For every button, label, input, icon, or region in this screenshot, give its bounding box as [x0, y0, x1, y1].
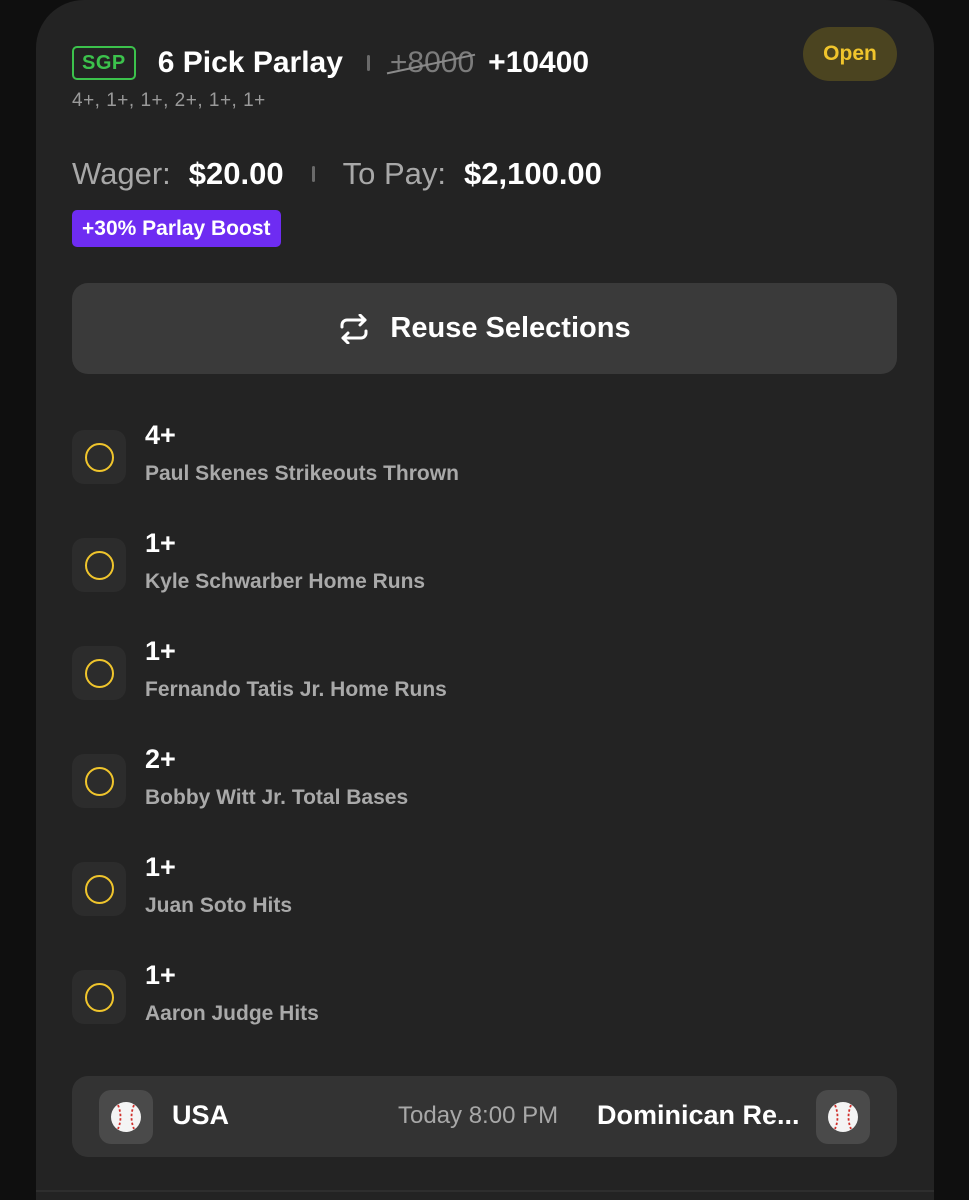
- original-odds: +8000: [389, 46, 475, 79]
- leg-market: Bobby Witt Jr. Total Bases: [145, 786, 409, 809]
- leg-market: Juan Soto Hits: [145, 894, 293, 917]
- leg-line: 1+: [145, 960, 176, 990]
- divider: [36, 1190, 934, 1192]
- home-team-name: USA: [172, 1100, 230, 1130]
- sgp-badge: SGP: [72, 46, 136, 80]
- game-info-bar[interactable]: USA Today 8:00 PM Dominican Re...: [72, 1076, 897, 1157]
- leg-market: Fernando Tatis Jr. Home Runs: [145, 678, 447, 701]
- leg-market: Paul Skenes Strikeouts Thrown: [145, 462, 459, 485]
- leg-market: Aaron Judge Hits: [145, 1002, 319, 1025]
- away-team-name: Dominican Re...: [597, 1100, 800, 1130]
- leg-item[interactable]: 1+ Kyle Schwarber Home Runs: [72, 528, 897, 608]
- leg-item[interactable]: 4+ Paul Skenes Strikeouts Thrown: [72, 420, 897, 500]
- bet-header: SGP 6 Pick Parlay +8000 +10400: [72, 44, 589, 82]
- leg-market: Kyle Schwarber Home Runs: [145, 570, 426, 593]
- pending-circle-icon: [72, 970, 126, 1024]
- leg-line: 1+: [145, 528, 176, 558]
- reuse-selections-label: Reuse Selections: [390, 312, 631, 344]
- status-badge: Open: [803, 27, 897, 81]
- divider: [311, 166, 315, 182]
- leg-item[interactable]: 2+ Bobby Witt Jr. Total Bases: [72, 744, 897, 824]
- baseball-icon: [99, 1090, 153, 1144]
- parlay-boost-badge: +30% Parlay Boost: [72, 210, 281, 247]
- reuse-selections-button[interactable]: Reuse Selections: [72, 283, 897, 374]
- wager-row: Wager: $20.00 To Pay: $2,100.00: [72, 152, 602, 196]
- repeat-icon: [340, 313, 368, 344]
- pending-circle-icon: [72, 430, 126, 484]
- bet-card: SGP 6 Pick Parlay +8000 +10400 Open 4+, …: [36, 0, 934, 1200]
- wager-value: $20.00: [188, 156, 284, 191]
- leg-item[interactable]: 1+ Fernando Tatis Jr. Home Runs: [72, 636, 897, 716]
- leg-item[interactable]: 1+ Aaron Judge Hits: [72, 960, 897, 1040]
- pending-circle-icon: [72, 538, 126, 592]
- parlay-title: 6 Pick Parlay: [157, 46, 343, 79]
- baseball-icon: [816, 1090, 870, 1144]
- boosted-odds: +10400: [488, 46, 590, 79]
- to-pay-value: $2,100.00: [464, 156, 602, 191]
- pending-circle-icon: [72, 862, 126, 916]
- game-time: Today 8:00 PM: [398, 1102, 559, 1129]
- leg-item[interactable]: 1+ Juan Soto Hits: [72, 852, 897, 932]
- leg-line: 1+: [145, 852, 176, 882]
- legs-summary: 4+, 1+, 1+, 2+, 1+, 1+: [72, 90, 266, 111]
- leg-line: 2+: [145, 744, 176, 774]
- to-pay-label: To Pay:: [342, 156, 446, 191]
- leg-line: 4+: [145, 420, 176, 450]
- pending-circle-icon: [72, 646, 126, 700]
- leg-line: 1+: [145, 636, 176, 666]
- pending-circle-icon: [72, 754, 126, 808]
- divider: [366, 55, 370, 71]
- wager-label: Wager:: [72, 156, 171, 191]
